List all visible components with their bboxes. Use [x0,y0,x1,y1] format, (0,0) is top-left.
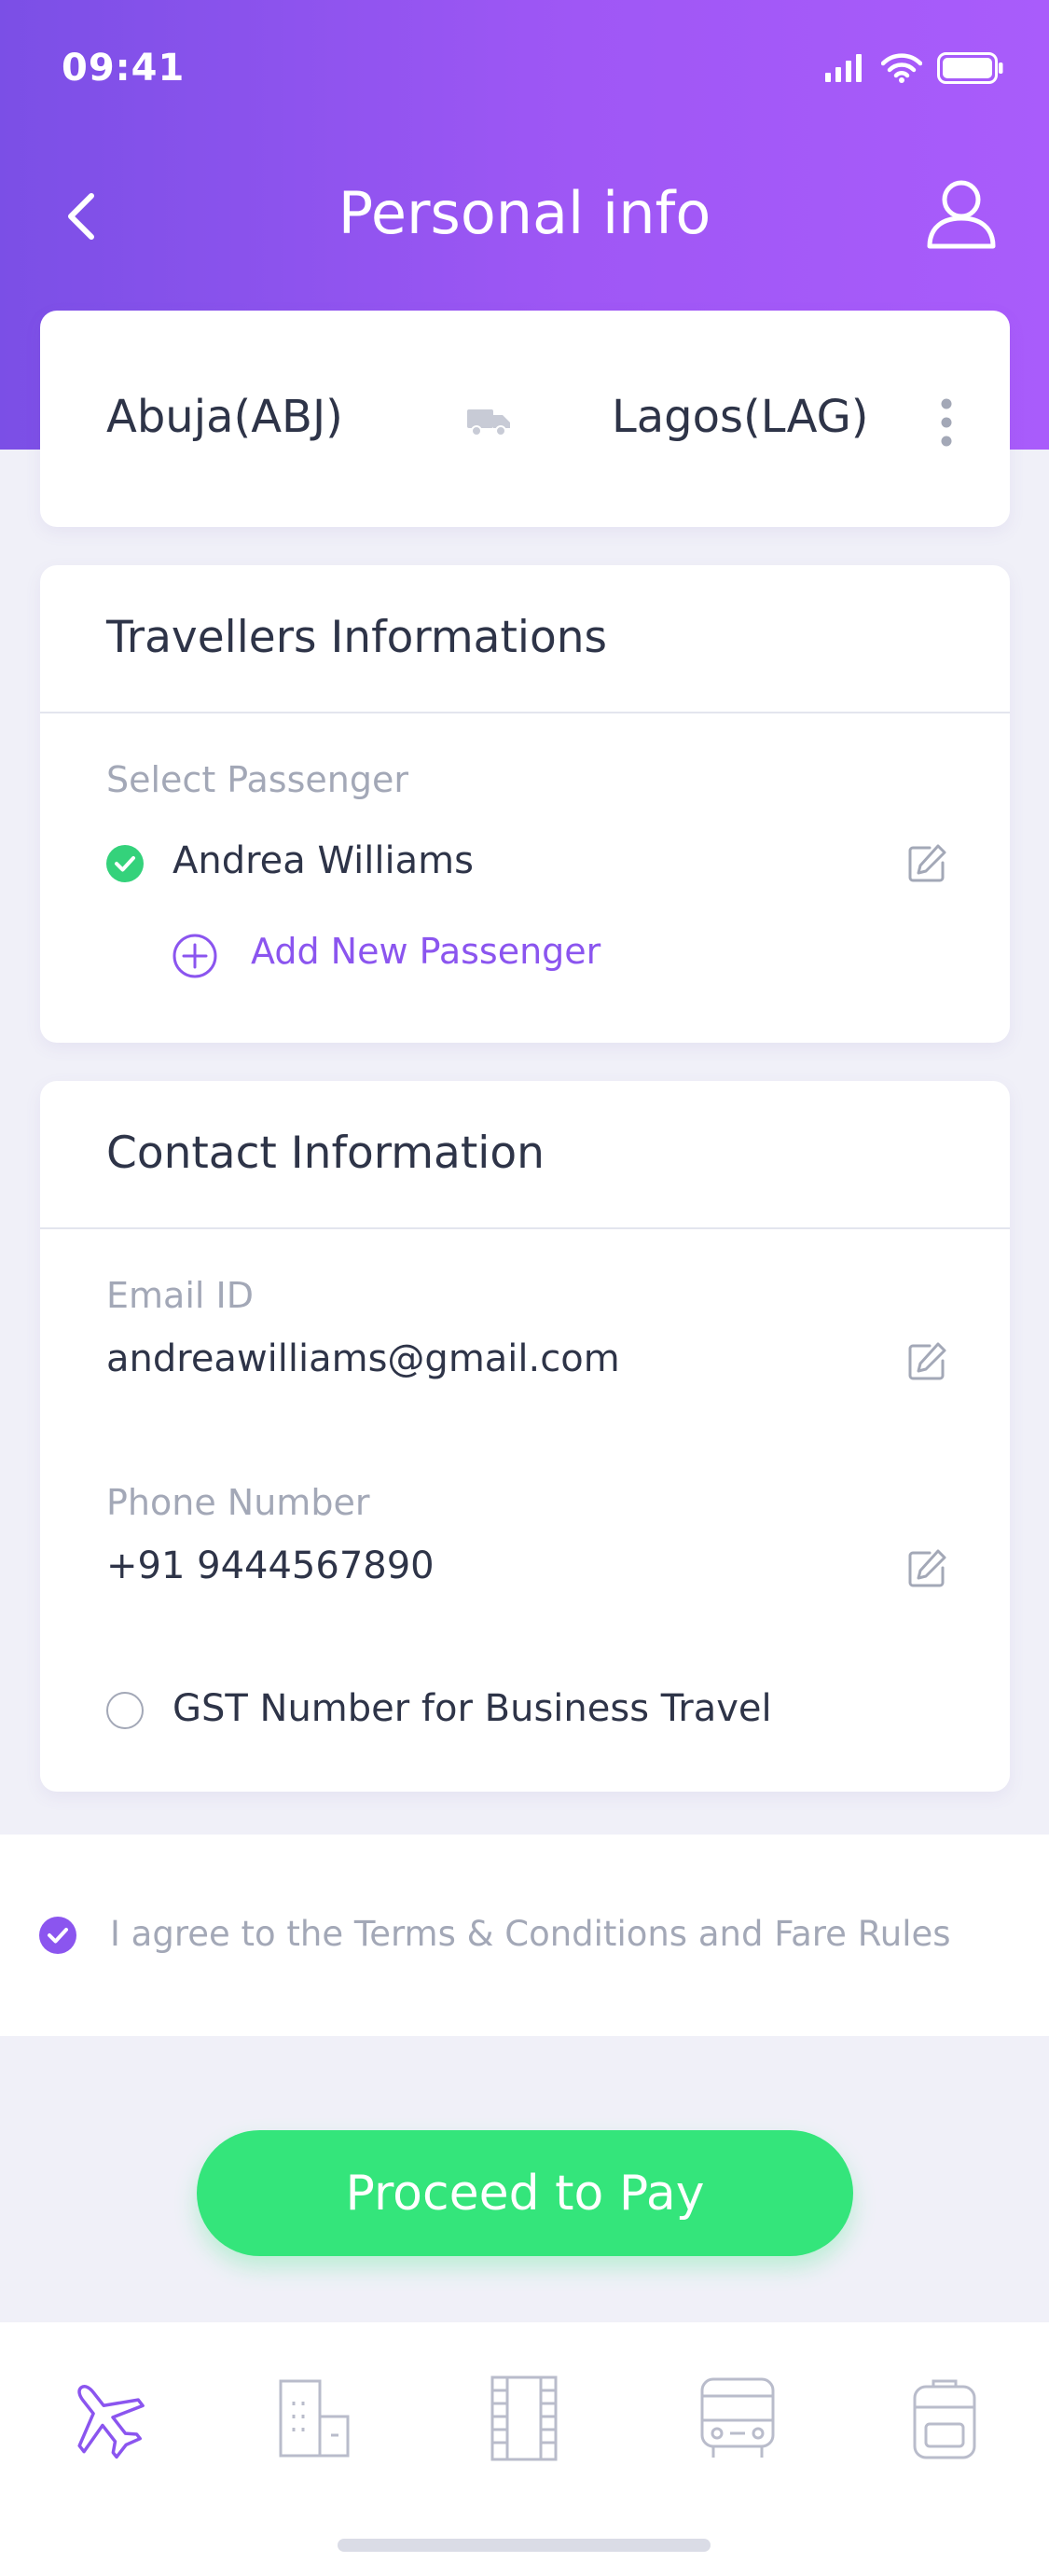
route-origin: Abuja(ABJ) [106,391,343,443]
phone-label: Phone Number [106,1482,370,1523]
contact-title: Contact Information [106,1128,545,1179]
tab-movies[interactable] [473,2367,575,2470]
tab-travel-bag[interactable] [893,2367,996,2470]
travellers-card: Travellers Informations Select Passenger… [40,565,1010,1043]
edit-email-button[interactable] [905,1340,948,1383]
status-bar: 09:41 [0,0,1049,140]
edit-phone-button[interactable] [905,1547,948,1590]
travellers-title: Travellers Informations [106,612,607,663]
gst-radio[interactable] [106,1692,144,1729]
divider [40,1227,1010,1229]
terms-checkbox[interactable] [39,1917,76,1954]
route-destination: Lagos(LAG) [612,391,869,443]
airplane-icon [77,2385,145,2459]
proceed-to-pay-button[interactable]: Proceed to Pay [197,2130,853,2256]
bottom-tab-bar [0,2322,1049,2576]
profile-button[interactable] [922,173,1001,252]
status-time: 09:41 [62,47,186,90]
more-options-button[interactable] [935,395,958,450]
email-label: Email ID [106,1275,254,1316]
home-indicator [338,2539,711,2552]
signal-icon [825,54,862,82]
film-icon [490,2375,558,2461]
route-card: Abuja(ABJ) Lagos(LAG) [40,311,1010,527]
edit-icon [908,844,946,882]
page-title: Personal info [338,179,711,247]
user-icon [927,180,996,249]
tab-bus[interactable] [686,2367,789,2470]
edit-icon [908,1549,946,1587]
truck-icon [467,404,512,437]
bus-icon [700,2377,775,2458]
phone-value: +91 9444567890 [106,1544,435,1587]
check-icon [115,856,135,872]
gst-label: GST Number for Business Travel [173,1687,772,1730]
battery-icon [937,52,1003,84]
terms-text[interactable]: I agree to the Terms & Conditions and Fa… [110,1914,951,1954]
add-passenger-button[interactable]: Add New Passenger [172,929,638,985]
backpack-icon [913,2379,976,2459]
email-value: andreawilliams@gmail.com [106,1337,620,1380]
check-icon [48,1928,68,1944]
more-vertical-icon [941,398,952,447]
tab-flights[interactable] [54,2367,157,2470]
terms-section: I agree to the Terms & Conditions and Fa… [0,1835,1049,2036]
select-passenger-label: Select Passenger [106,759,408,800]
divider [40,712,1010,713]
status-icons [825,52,1004,84]
plus-circle-icon [173,934,217,978]
contact-card: Contact Information Email ID andreawilli… [40,1081,1010,1792]
add-passenger-label: Add New Passenger [251,931,601,972]
nav-bar: Personal info [0,159,1049,270]
building-icon [279,2379,350,2458]
passenger-selected-check[interactable] [106,845,144,882]
edit-passenger-button[interactable] [905,842,948,885]
tab-hotels[interactable] [263,2367,366,2470]
passenger-name: Andrea Williams [173,839,474,882]
wifi-icon [881,53,922,83]
edit-icon [908,1342,946,1380]
